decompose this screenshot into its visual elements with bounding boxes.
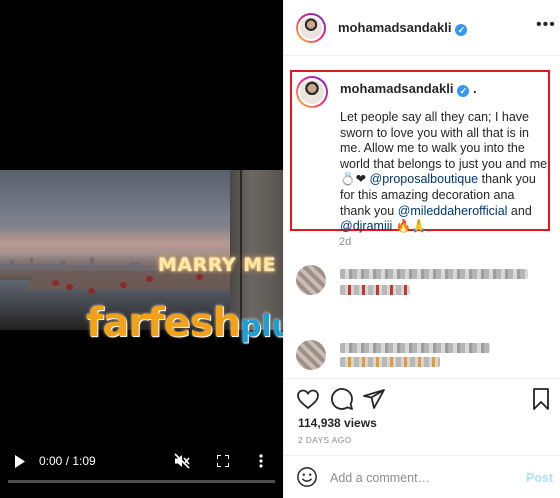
emoji-icon[interactable] bbox=[296, 466, 318, 488]
share-paper-plane-icon[interactable] bbox=[362, 387, 386, 411]
comment-bar: Post bbox=[284, 455, 560, 498]
caption-text: Let people say all they can; I have swor… bbox=[340, 110, 548, 235]
censored-avatar bbox=[296, 265, 326, 295]
video-controls: 0:00 / 1:09 bbox=[0, 446, 283, 476]
caption-highlight-box: mohamadsandakli ✓ . Let people say all th… bbox=[290, 70, 550, 233]
play-button[interactable] bbox=[12, 452, 28, 470]
caption-line4: 🔥🙏 bbox=[392, 219, 427, 234]
post-button[interactable]: Post bbox=[526, 471, 553, 485]
mention-mileddaherofficial[interactable]: @mileddaherofficial bbox=[398, 204, 508, 218]
play-icon bbox=[15, 454, 25, 468]
video-progress-bar[interactable] bbox=[8, 480, 275, 483]
censored-avatar bbox=[296, 340, 326, 370]
time-display: 0:00 / 1:09 bbox=[39, 454, 96, 468]
mute-button[interactable] bbox=[172, 452, 192, 470]
censored-text bbox=[340, 269, 528, 279]
comment-bubble-icon[interactable] bbox=[330, 387, 354, 411]
save-bookmark-icon[interactable] bbox=[529, 387, 553, 411]
rose-petal bbox=[120, 282, 127, 288]
header-username[interactable]: mohamadsandakli bbox=[338, 20, 451, 35]
marry-me-sign: MARRY ME bbox=[158, 254, 277, 276]
avatar-photo bbox=[300, 17, 322, 39]
caption-username-row: mohamadsandakli ✓ . bbox=[340, 81, 477, 97]
caption-avatar[interactable] bbox=[296, 76, 328, 108]
comment-input[interactable] bbox=[330, 469, 510, 487]
post-panel: mohamadsandakli ✓ ••• mohamadsandakli ✓ . … bbox=[283, 0, 560, 498]
mention-proposalboutique[interactable]: @proposalboutique bbox=[370, 172, 479, 186]
post-header: mohamadsandakli ✓ ••• bbox=[284, 0, 560, 56]
rose-petal bbox=[88, 288, 95, 294]
caption-line3: and bbox=[507, 203, 532, 218]
censored-comment bbox=[296, 265, 546, 309]
window-frame bbox=[240, 170, 242, 330]
more-options-button[interactable] bbox=[254, 452, 268, 470]
verified-badge-icon: ✓ bbox=[457, 85, 470, 97]
post-actions bbox=[284, 378, 560, 418]
avatar[interactable] bbox=[296, 13, 326, 43]
avatar-photo bbox=[300, 80, 324, 104]
caption-username[interactable]: mohamadsandakli bbox=[340, 81, 453, 96]
video-frame: MARRY ME bbox=[0, 170, 283, 330]
censored-text bbox=[340, 357, 440, 367]
mute-icon bbox=[174, 453, 190, 469]
more-options-icon[interactable]: ••• bbox=[536, 17, 556, 33]
verified-badge-icon: ✓ bbox=[455, 24, 468, 36]
caption-time-ago[interactable]: 2d bbox=[339, 236, 351, 248]
caption-dot: . bbox=[473, 81, 477, 96]
mention-djramiii[interactable]: @djramiii bbox=[340, 219, 392, 233]
fullscreen-icon bbox=[217, 455, 229, 467]
building-wall bbox=[230, 170, 283, 330]
header-username-row: mohamadsandakli ✓ bbox=[338, 20, 468, 36]
rose-petal bbox=[146, 276, 153, 282]
pool-deck bbox=[27, 275, 243, 289]
censored-text bbox=[340, 343, 490, 353]
rose-petal bbox=[66, 284, 73, 290]
view-count[interactable]: 114,938 views bbox=[298, 416, 377, 430]
fullscreen-button[interactable] bbox=[213, 452, 233, 470]
rose-petal bbox=[52, 280, 59, 286]
post-date: 2 DAYS AGO bbox=[298, 435, 352, 445]
more-vert-icon bbox=[259, 454, 263, 468]
like-heart-icon[interactable] bbox=[296, 387, 320, 411]
video-player[interactable]: MARRY ME 0:00 / 1:09 bbox=[0, 0, 283, 498]
censored-text bbox=[340, 285, 410, 295]
